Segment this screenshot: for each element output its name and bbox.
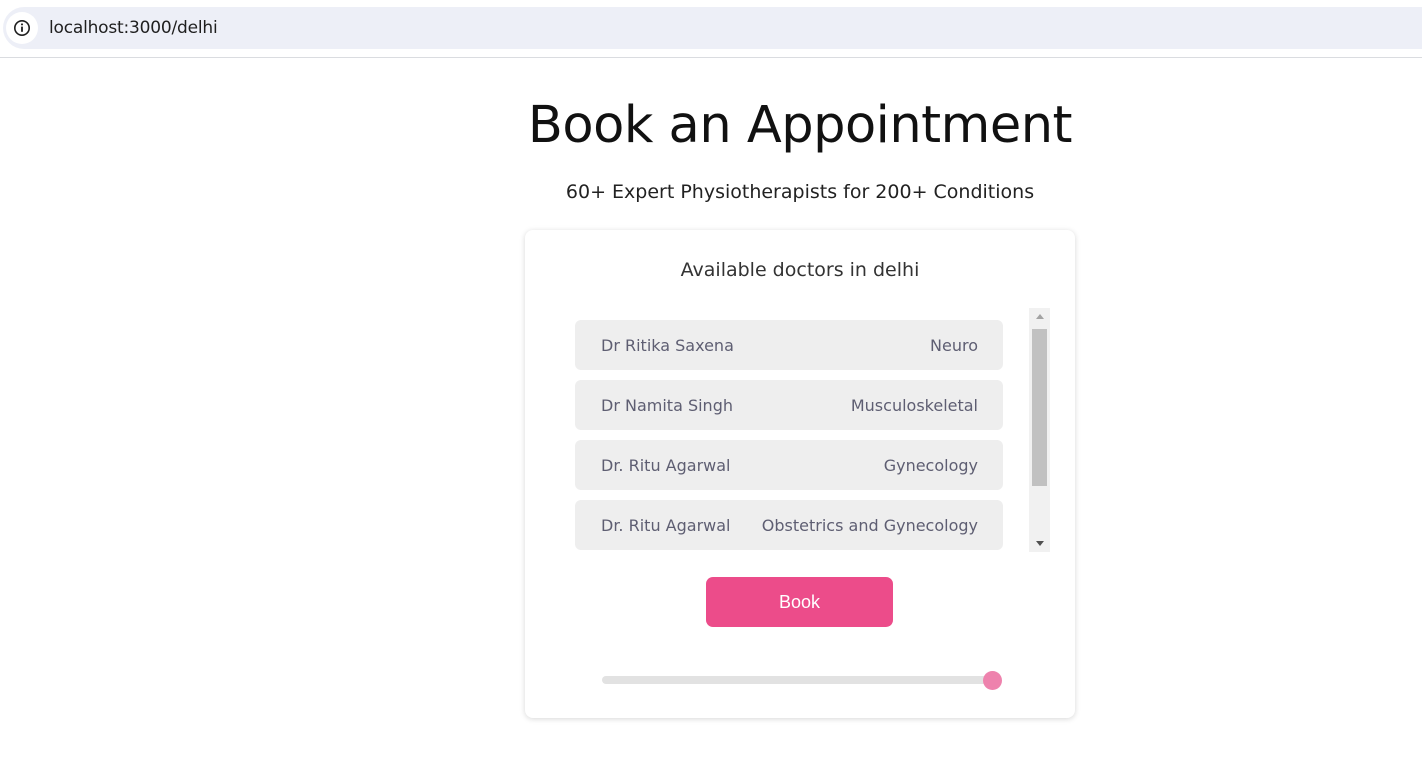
browser-toolbar: localhost:3000/delhi [0,0,1422,58]
url-text[interactable]: localhost:3000/delhi [49,18,218,38]
doctor-row[interactable]: Dr Namita Singh Musculoskeletal [575,380,1003,430]
slider-thumb[interactable] [982,671,1002,690]
scroll-up-arrow-icon[interactable] [1029,308,1050,325]
doctor-list[interactable]: Dr Ritika Saxena Neuro Dr Namita Singh M… [575,320,1003,550]
doctor-specialty: Obstetrics and Gynecology [761,515,978,535]
doctor-name: Dr Namita Singh [601,395,733,415]
doctor-name: Dr. Ritu Agarwal [601,455,731,475]
doctor-row[interactable]: Dr Ritika Saxena Neuro [575,320,1003,370]
address-bar[interactable]: localhost:3000/delhi [3,7,1422,49]
slider-track[interactable] [602,676,993,684]
doctor-specialty: Neuro [930,335,978,355]
card-heading: Available doctors in delhi [680,259,920,281]
doctor-specialty: Musculoskeletal [850,395,978,415]
site-info-icon[interactable] [6,12,38,44]
doctor-name: Dr. Ritu Agarwal [601,515,731,535]
scroll-thumb[interactable] [1032,329,1047,486]
appointment-card: Available doctors in delhi Dr Ritika Sax… [525,230,1075,718]
doctor-row[interactable]: Dr. Ritu Agarwal Obstetrics and Gynecolo… [575,500,1003,550]
page-subtitle: 60+ Expert Physiotherapists for 200+ Con… [565,181,1035,203]
doctor-specialty: Gynecology [883,455,978,475]
doctor-row[interactable]: Dr. Ritu Agarwal Gynecology [575,440,1003,490]
book-button[interactable]: Book [706,577,893,627]
scroll-down-arrow-icon[interactable] [1029,535,1050,552]
doctor-name: Dr Ritika Saxena [601,335,734,355]
doctor-list-scrollbar[interactable] [1029,308,1050,552]
page-title: Book an Appointment [527,96,1073,155]
